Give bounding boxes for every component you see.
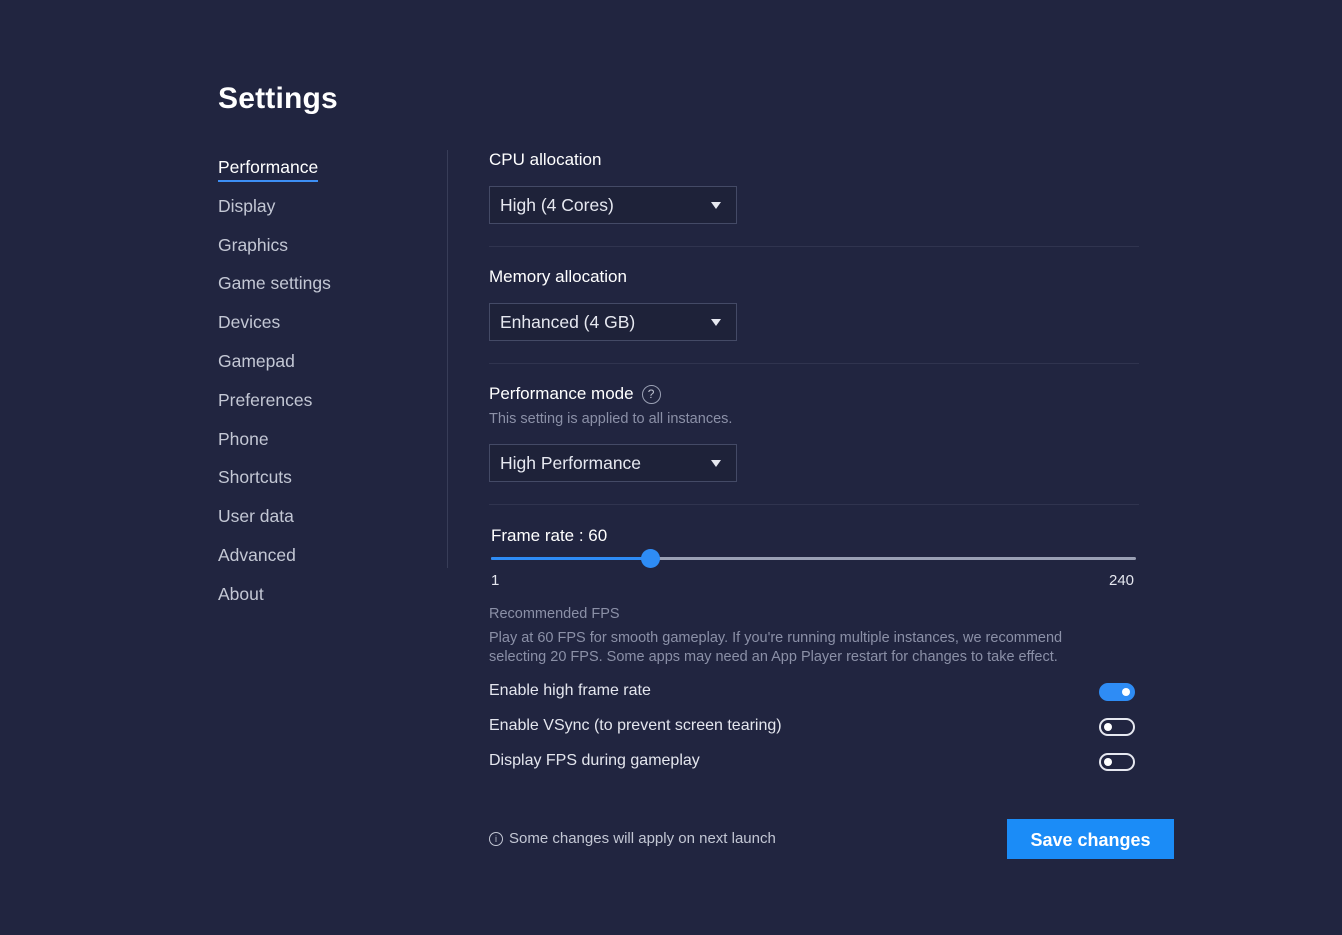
sidebar-item-phone[interactable]: Phone	[218, 424, 418, 463]
caret-down-icon	[711, 319, 721, 326]
memory-allocation-select[interactable]: Enhanced (4 GB)	[489, 303, 737, 341]
toggle-label: Display FPS during gameplay	[489, 752, 700, 769]
high-frame-rate-toggle[interactable]	[1099, 683, 1135, 701]
memory-allocation-value: Enhanced (4 GB)	[500, 312, 636, 332]
toggle-row-display-fps: Display FPS during gameplay	[489, 751, 1135, 775]
save-changes-button[interactable]: Save changes	[1007, 819, 1174, 859]
frame-rate-min: 1	[491, 572, 500, 589]
sidebar-divider	[447, 150, 448, 568]
frame-rate-label: Frame rate : 60	[491, 526, 608, 545]
frame-rate-slider-thumb[interactable]	[641, 549, 661, 568]
recommended-fps-title: Recommended FPS	[489, 606, 620, 622]
vsync-toggle[interactable]	[1099, 718, 1135, 736]
performance-mode-heading: Performance mode?	[489, 384, 661, 404]
sidebar-item-about[interactable]: About	[218, 579, 418, 618]
sidebar-item-label: Performance	[218, 154, 319, 182]
sidebar-item-gamepad[interactable]: Gamepad	[218, 346, 418, 385]
sidebar-item-label: Shortcuts	[218, 467, 292, 488]
frame-rate-slider[interactable]	[491, 549, 1136, 568]
toggle-knob	[1122, 688, 1130, 696]
performance-mode-hint: This setting is applied to all instances…	[489, 411, 733, 427]
performance-mode-select[interactable]: High Performance	[489, 444, 737, 482]
sidebar-item-label: Display	[218, 195, 276, 216]
caret-down-icon	[711, 202, 721, 209]
toggle-knob	[1104, 758, 1112, 766]
sidebar-item-label: User data	[218, 506, 294, 527]
sidebar-item-user-data[interactable]: User data	[218, 501, 418, 540]
toggle-label: Enable high frame rate	[489, 682, 651, 699]
sidebar-item-label: Game settings	[218, 273, 331, 294]
sidebar-item-label: Preferences	[218, 389, 313, 410]
sidebar-item-shortcuts[interactable]: Shortcuts	[218, 462, 418, 501]
section-divider	[489, 504, 1139, 505]
sidebar-item-preferences[interactable]: Preferences	[218, 385, 418, 424]
cpu-allocation-select[interactable]: High (4 Cores)	[489, 186, 737, 224]
toggle-row-vsync: Enable VSync (to prevent screen tearing)	[489, 716, 1135, 740]
toggle-row-high-frame-rate: Enable high frame rate	[489, 681, 1135, 705]
sidebar-nav: Performance Display Graphics Game settin…	[218, 152, 418, 618]
sidebar-item-label: About	[218, 583, 264, 604]
sidebar-item-label: Devices	[218, 312, 281, 333]
sidebar-item-devices[interactable]: Devices	[218, 307, 418, 346]
performance-mode-value: High Performance	[500, 453, 642, 473]
recommended-fps-text-2: selecting 20 FPS. Some apps may need an …	[489, 649, 1058, 665]
sidebar-item-label: Gamepad	[218, 350, 295, 371]
sidebar-item-graphics[interactable]: Graphics	[218, 230, 418, 269]
performance-mode-label: Performance mode	[489, 384, 634, 403]
toggle-label: Enable VSync (to prevent screen tearing)	[489, 717, 782, 734]
cpu-allocation-label: CPU allocation	[489, 150, 602, 169]
recommended-fps-text-1: Play at 60 FPS for smooth gameplay. If y…	[489, 630, 1063, 646]
sidebar-item-label: Graphics	[218, 234, 289, 255]
footer-note-text: Some changes will apply on next launch	[509, 830, 776, 847]
caret-down-icon	[711, 460, 721, 467]
sidebar-item-label: Advanced	[218, 544, 296, 565]
sidebar-item-label: Phone	[218, 428, 269, 449]
section-divider	[489, 246, 1139, 247]
page-title: Settings	[218, 82, 338, 115]
info-circle-icon: i	[489, 832, 503, 846]
display-fps-toggle[interactable]	[1099, 753, 1135, 771]
sidebar-item-game-settings[interactable]: Game settings	[218, 268, 418, 307]
frame-rate-max: 240	[1109, 572, 1135, 589]
memory-allocation-label: Memory allocation	[489, 267, 627, 286]
frame-rate-slider-fill	[491, 557, 651, 560]
sidebar-item-display[interactable]: Display	[218, 191, 418, 230]
sidebar-item-performance[interactable]: Performance	[218, 152, 418, 191]
footer-note: i Some changes will apply on next launch	[489, 830, 776, 847]
section-divider	[489, 363, 1139, 364]
cpu-allocation-value: High (4 Cores)	[500, 195, 614, 215]
question-circle-icon[interactable]: ?	[641, 385, 661, 404]
toggle-knob	[1104, 723, 1112, 731]
sidebar-item-advanced[interactable]: Advanced	[218, 540, 418, 579]
